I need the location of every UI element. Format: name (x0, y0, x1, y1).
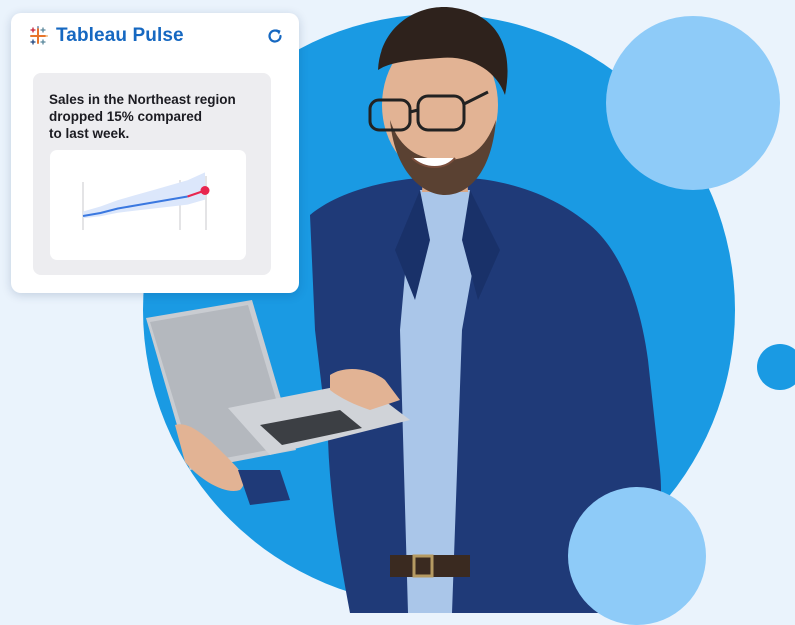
background-circle-bottom (568, 487, 706, 625)
sparkline-band (83, 172, 205, 219)
brand-title: Tableau Pulse (56, 25, 184, 46)
insight-message: Sales in the Northeast region dropped 15… (33, 73, 271, 275)
sparkline-chart (50, 150, 246, 260)
sparkline-last-point (200, 186, 210, 195)
sparkline-svg (82, 172, 210, 230)
refresh-icon[interactable] (266, 27, 284, 45)
insight-text: Sales in the Northeast region dropped 15… (49, 92, 236, 141)
pulse-notification-card: Tableau Pulse Sales in the Northeast reg… (11, 13, 299, 293)
tableau-logo-icon (30, 26, 48, 45)
card-header: Tableau Pulse (28, 23, 284, 49)
